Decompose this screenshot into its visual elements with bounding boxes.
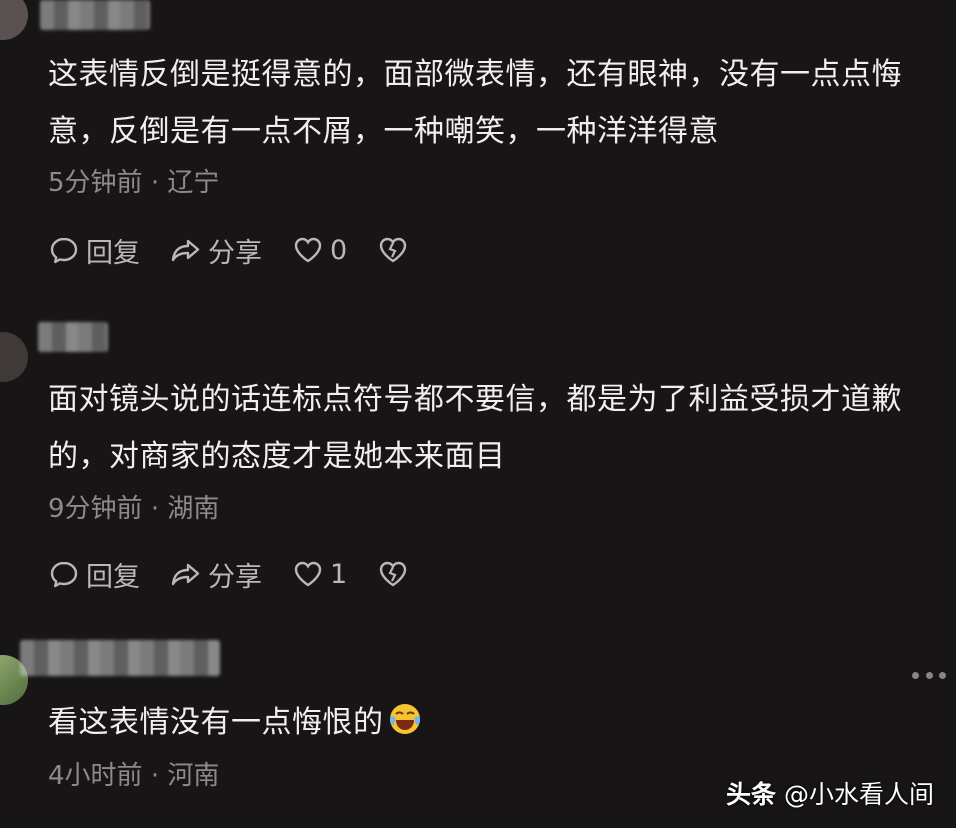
share-icon (171, 239, 200, 262)
comment-meta: 5分钟前 · 辽宁 (48, 162, 219, 199)
reply-button[interactable]: 回复 (48, 555, 140, 594)
heart-icon (294, 561, 322, 587)
comment-actions: 回复 分享 0 (48, 230, 445, 270)
comment-time: 9分钟前 (48, 494, 143, 524)
more-icon-dot (939, 671, 946, 679)
avatar[interactable] (0, 0, 28, 40)
reply-label: 回复 (86, 237, 140, 269)
watermark: 头条 @小水看人间 (726, 775, 934, 811)
laughing-crying-emoji (389, 704, 420, 734)
meta-separator: · (150, 494, 160, 524)
heart-icon (294, 237, 322, 263)
comment-text: 面对镜头说的话连标点符号都不要信，都是为了利益受损才道歉的，对商家的态度才是她本… (48, 382, 902, 474)
username-blurred[interactable] (38, 322, 108, 352)
comment-text-row: 看这表情没有一点悔恨的 (48, 694, 938, 751)
more-icon (912, 671, 919, 679)
share-button[interactable]: 分享 (170, 231, 262, 270)
comment-text: 看这表情没有一点悔恨的 (48, 705, 384, 740)
comment-time: 4小时前 (48, 761, 143, 791)
share-label: 分享 (208, 561, 262, 593)
share-label: 分享 (208, 237, 262, 269)
comment-time: 5分钟前 (48, 168, 143, 198)
comment-icon (50, 561, 78, 588)
comment-actions: 回复 分享 1 (48, 554, 445, 594)
comment-meta: 4小时前 · 河南 (48, 755, 219, 792)
comment-location: 湖南 (167, 494, 220, 524)
broken-heart-icon (379, 561, 407, 587)
share-button[interactable]: 分享 (170, 555, 262, 594)
dislike-button[interactable] (377, 234, 415, 266)
comment-text: 这表情反倒是挺得意的，面部微表情，还有眼神，没有一点点悔意，反倒是有一点不屑，一… (48, 57, 902, 149)
like-button[interactable]: 0 (292, 234, 347, 266)
meta-separator: · (150, 168, 160, 198)
comment-location: 河南 (167, 761, 220, 791)
more-button[interactable] (912, 670, 946, 680)
like-count: 0 (330, 234, 348, 266)
watermark-platform: 头条 (726, 780, 777, 809)
comment-icon (50, 237, 78, 264)
like-button[interactable]: 1 (292, 558, 347, 590)
reply-label: 回复 (86, 561, 140, 593)
username-blurred[interactable] (40, 0, 150, 30)
share-icon (171, 563, 200, 586)
dislike-button[interactable] (377, 558, 415, 590)
username-blurred[interactable] (20, 640, 220, 676)
comment-meta: 9分钟前 · 湖南 (48, 488, 219, 525)
broken-heart-icon (379, 237, 407, 263)
reply-button[interactable]: 回复 (48, 231, 140, 270)
meta-separator: · (150, 761, 160, 791)
like-count: 1 (330, 558, 348, 590)
watermark-handle: @小水看人间 (783, 780, 934, 809)
comment-location: 辽宁 (167, 168, 220, 198)
avatar[interactable] (0, 332, 28, 382)
more-icon-dot (925, 671, 933, 679)
